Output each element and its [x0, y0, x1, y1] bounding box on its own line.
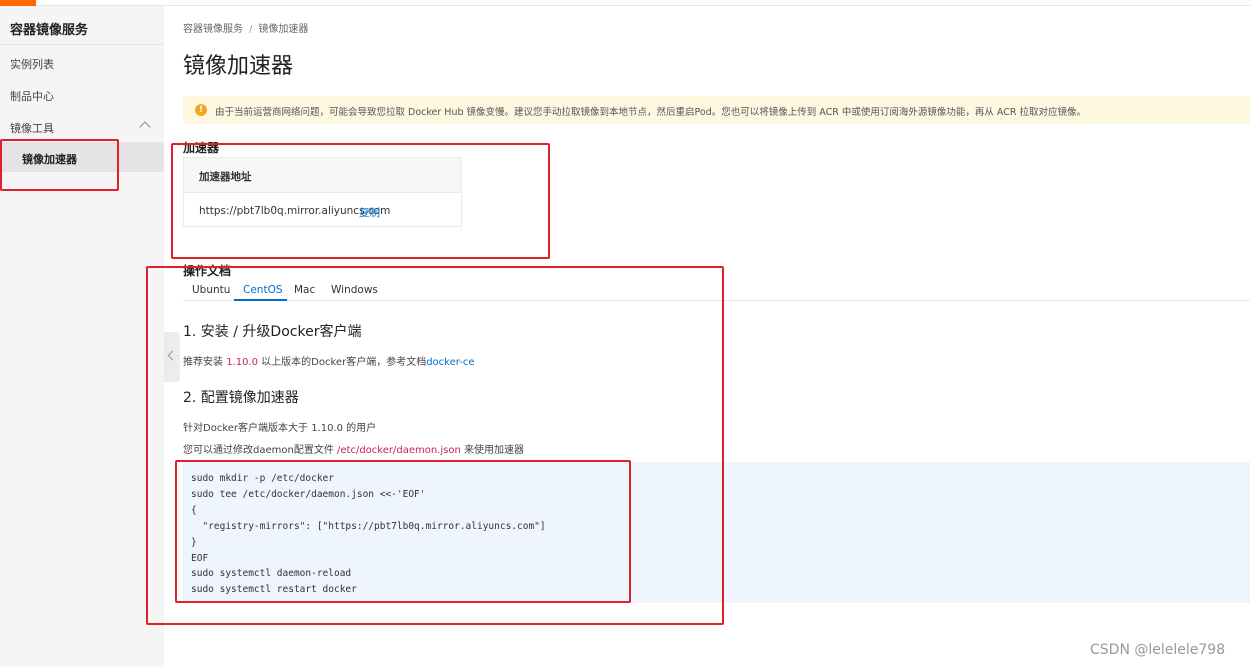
breadcrumb-current: 镜像加速器 [258, 24, 309, 35]
sidebar-divider [0, 44, 164, 45]
breadcrumb-link-service[interactable]: 容器镜像服务 [183, 24, 243, 35]
breadcrumb-separator: / [249, 24, 253, 35]
watermark: CSDN @lelelele798 [1090, 642, 1226, 658]
sidebar-group-image-tools[interactable]: 镜像工具 [10, 120, 54, 136]
sidebar: 容器镜像服务 实例列表 制品中心 镜像工具 镜像加速器 [0, 6, 164, 667]
sidebar-title: 容器镜像服务 [10, 23, 89, 38]
breadcrumb: 容器镜像服务 / 镜像加速器 [183, 20, 308, 35]
page-title: 镜像加速器 [183, 54, 294, 79]
sidebar-item-artifact-center[interactable]: 制品中心 [10, 88, 54, 104]
top-bar [0, 0, 1250, 6]
warning-icon: ! [195, 104, 207, 116]
annotation-box-code [175, 460, 631, 603]
notice-banner: ! 由于当前运营商网络问题，可能会导致您拉取 Docker Hub 镜像变慢。建… [183, 96, 1250, 124]
annotation-box-sidebar [0, 139, 119, 191]
sidebar-item-instances[interactable]: 实例列表 [10, 56, 54, 72]
annotation-box-accelerator [171, 143, 550, 259]
chevron-up-icon[interactable] [139, 121, 151, 133]
notice-text: 由于当前运营商网络问题，可能会导致您拉取 Docker Hub 镜像变慢。建议您… [215, 107, 1086, 118]
